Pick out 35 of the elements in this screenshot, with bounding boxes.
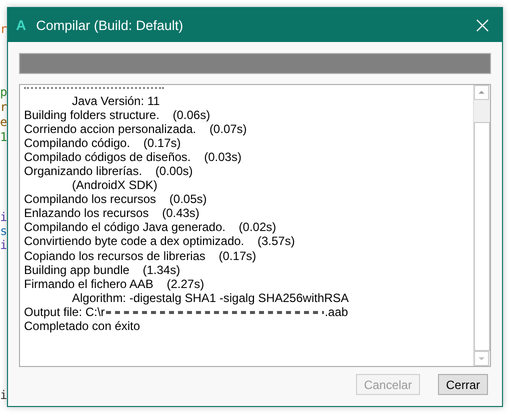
- code-fragment: p: [0, 85, 8, 99]
- log-line: Building app bundle (1.34s): [24, 262, 182, 277]
- code-fragment: s: [0, 224, 8, 238]
- log-line: Firmando el fichero AAB (2.27s): [24, 276, 206, 291]
- file-extension: .aab: [324, 304, 348, 319]
- log-line: Completado con éxito: [24, 318, 142, 333]
- code-fragment: e: [0, 115, 8, 129]
- code-fragment: r: [0, 100, 8, 114]
- log-line: Corriendo accion personalizada. (0.07s): [24, 122, 248, 136]
- app-logo: A: [16, 17, 26, 33]
- close-button[interactable]: Cerrar: [438, 374, 488, 395]
- log-line: Algorithm: -digestalg SHA1 -sigalg SHA256withRSA: [71, 290, 350, 305]
- window-title: Compilar (Build: Default): [36, 18, 184, 32]
- log-line: (AndroidX SDK): [71, 178, 158, 192]
- scroll-thumb[interactable]: [474, 122, 490, 351]
- code-fragment: i: [0, 238, 8, 252]
- code-fragment: 1: [0, 130, 8, 144]
- scrollbar[interactable]: [473, 85, 490, 366]
- log-line: Compilando los recursos (0.05s): [24, 192, 208, 206]
- log-line: Java Versión: 11: [71, 94, 161, 108]
- log-line: Building folders structure. (0.06s): [24, 108, 212, 122]
- code-fragment: i: [0, 210, 8, 224]
- scroll-down-icon[interactable]: [474, 351, 489, 366]
- close-icon[interactable]: [476, 18, 489, 32]
- log-line: Compilando el código Java generado. (0.02s): [24, 220, 278, 234]
- scroll-up-icon[interactable]: [474, 85, 489, 100]
- log-line: Enlazando los recursos (0.43s): [24, 206, 200, 220]
- log-line: Output file: C:\r: [24, 304, 105, 319]
- log-line: Organizando librerías. (0.00s): [24, 164, 194, 178]
- log-line: Compilando código. (0.17s): [24, 136, 182, 150]
- code-fragment: i: [0, 388, 8, 402]
- log-line: Copiando los recursos de librerias (0.17s): [24, 248, 258, 263]
- log-line: Convirtiendo byte code a dex optimizado. (3.57s): [24, 234, 296, 249]
- code-fragment: r: [0, 22, 8, 36]
- log-line: Compilado códigos de diseños. (0.03s): [24, 150, 242, 164]
